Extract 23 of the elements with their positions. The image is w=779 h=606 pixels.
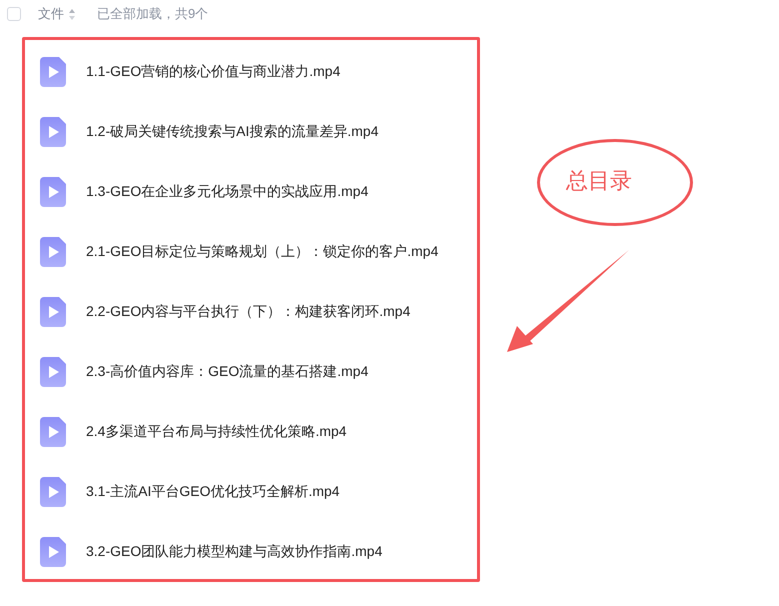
video-file-icon bbox=[40, 237, 66, 267]
video-file-icon bbox=[40, 177, 66, 207]
file-name[interactable]: 2.1-GEO目标定位与策略规划（上）：锁定你的客户.mp4 bbox=[86, 243, 438, 261]
file-name[interactable]: 2.4多渠道平台布局与持续性优化策略.mp4 bbox=[86, 423, 347, 441]
file-name[interactable]: 2.3-高价值内容库：GEO流量的基石搭建.mp4 bbox=[86, 363, 368, 381]
annotation-label: 总目录 bbox=[566, 167, 632, 195]
file-name[interactable]: 2.2-GEO内容与平台执行（下）：构建获客闭环.mp4 bbox=[86, 303, 410, 321]
video-file-icon bbox=[40, 417, 66, 447]
sort-icon bbox=[69, 8, 75, 20]
select-all-checkbox[interactable] bbox=[7, 7, 21, 21]
video-file-icon bbox=[40, 477, 66, 507]
video-file-icon bbox=[40, 537, 66, 567]
video-file-icon bbox=[40, 57, 66, 87]
sort-column-header[interactable]: 文件 bbox=[38, 5, 75, 23]
file-name[interactable]: 3.2-GEO团队能力模型构建与高效协作指南.mp4 bbox=[86, 543, 382, 561]
load-status: 已全部加载，共9个 bbox=[97, 5, 208, 23]
file-name[interactable]: 1.3-GEO在企业多元化场景中的实战应用.mp4 bbox=[86, 183, 368, 201]
file-name[interactable]: 3.1-主流AI平台GEO优化技巧全解析.mp4 bbox=[86, 483, 340, 501]
video-file-icon bbox=[40, 357, 66, 387]
video-file-icon bbox=[40, 117, 66, 147]
file-name[interactable]: 1.1-GEO营销的核心价值与商业潜力.mp4 bbox=[86, 63, 340, 81]
video-file-icon bbox=[40, 297, 66, 327]
file-name[interactable]: 1.2-破局关键传统搜索与AI搜索的流量差异.mp4 bbox=[86, 123, 378, 141]
